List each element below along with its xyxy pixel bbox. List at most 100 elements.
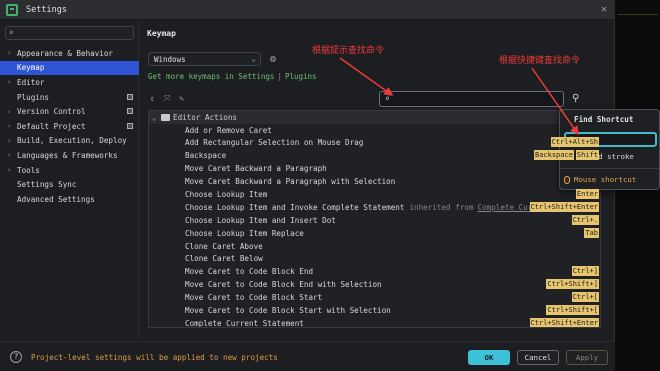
action-row[interactable]: Move Caret Backward a Paragraph: [149, 162, 600, 175]
keymap-dropdown-value: Windows: [154, 54, 186, 64]
sidebar-item[interactable]: › Tools: [0, 163, 139, 178]
action-name: Move Caret Backward a Paragraph with Sel…: [185, 177, 396, 187]
action-row[interactable]: Choose Lookup Item and Invoke Complete S…: [149, 201, 600, 214]
action-row[interactable]: Add Rectangular Selection on Mouse Drag C…: [149, 136, 600, 149]
action-name: Choose Lookup Item and Insert Dot: [185, 215, 336, 225]
action-row[interactable]: Move Caret to Code Block Start Ctrl+[: [149, 291, 600, 304]
sidebar-item[interactable]: Settings Sync: [0, 177, 139, 192]
action-name: Choose Lookup Item Replace: [185, 228, 304, 238]
settings-sidebar: ⌕ › Appearance & Behavior Keymap › Editor Plu…: [0, 20, 139, 340]
sidebar-item[interactable]: › Version Control: [0, 104, 139, 119]
action-row[interactable]: Backspace Backspace Shift: [149, 149, 600, 162]
get-keymaps-link-row: Get more keymaps in Settings | Plugins: [148, 72, 317, 81]
shortcut-key: Ctrl+.: [571, 214, 599, 225]
sidebar-item[interactable]: › Editor: [0, 75, 139, 90]
action-name: Move Caret to Code Block End with Select…: [185, 280, 382, 290]
action-name: Complete Current Statement: [185, 318, 304, 328]
action-row[interactable]: Move Caret to Code Block End Ctrl+]: [149, 265, 600, 278]
project-scope-icon: [127, 93, 133, 100]
sidebar-item[interactable]: › Build, Execution, Deploy: [0, 134, 139, 149]
popup-divider: [560, 168, 659, 169]
shortcut-key: Ctrl+Alt+Sh: [550, 137, 599, 148]
background-divider: [618, 14, 658, 15]
shortcut-keys: Ctrl+[: [571, 292, 599, 303]
project-scope-icon: [127, 108, 133, 115]
action-name: Clone Caret Below: [185, 254, 263, 264]
action-tree[interactable]: ⌄ Editor Actions Add or Remove Caret Add …: [148, 110, 601, 328]
page-title: Keymap: [147, 29, 176, 38]
shortcut-key: Shift: [575, 150, 599, 161]
sidebar-search-input[interactable]: ⌕: [5, 26, 134, 40]
sidebar-item-label: Plugins: [17, 92, 50, 102]
title-bar[interactable]: Settings ✕: [0, 0, 615, 20]
action-row[interactable]: Move Caret to Code Block Start with Sele…: [149, 304, 600, 317]
tree-group-row[interactable]: ⌄ Editor Actions: [149, 111, 600, 124]
gear-icon[interactable]: ⚙: [270, 54, 276, 65]
ok-button[interactable]: OK: [468, 350, 510, 365]
cancel-button[interactable]: Cancel: [517, 350, 559, 365]
action-row[interactable]: Complete Current Statement Ctrl+Shift+Ent…: [149, 317, 600, 328]
action-row[interactable]: Choose Lookup Item Enter: [149, 188, 600, 201]
chevron-right-icon: ›: [7, 166, 12, 175]
action-row[interactable]: Choose Lookup Item and Insert Dot Ctrl+.: [149, 214, 600, 227]
sidebar-item-label: Default Project: [17, 121, 86, 131]
shortcut-keys: Backspace Shift: [533, 150, 599, 161]
chevron-right-icon: ›: [7, 122, 12, 131]
popup-title: Find Shortcut: [574, 115, 634, 124]
sidebar-item[interactable]: › Languages & Frameworks: [0, 148, 139, 163]
sidebar-item[interactable]: Plugins: [0, 90, 139, 105]
expand-all-icon[interactable]: ⇕: [150, 94, 155, 104]
action-row[interactable]: Move Caret to Code Block End with Select…: [149, 278, 600, 291]
shortcut-key: Enter: [575, 189, 599, 200]
action-row[interactable]: Move Caret Backward a Paragraph with Sel…: [149, 175, 600, 188]
sidebar-item[interactable]: Advanced Settings: [0, 192, 139, 207]
folder-icon: [161, 113, 170, 121]
sidebar-item-label: Version Control: [17, 107, 86, 117]
collapse-all-icon[interactable]: ⤧: [164, 94, 170, 104]
action-name: Move Caret Backward a Paragraph: [185, 164, 327, 174]
keymap-dropdown[interactable]: Windows ⌄: [148, 52, 261, 66]
shortcut-keys: Ctrl+Shift+[: [546, 305, 599, 316]
sidebar-nav: › Appearance & Behavior Keymap › Editor Plugi…: [0, 46, 139, 207]
action-row[interactable]: Add or Remove Caret: [149, 124, 600, 137]
sidebar-item-label: Appearance & Behavior: [17, 48, 114, 58]
sidebar-item-label: Tools: [17, 165, 40, 175]
edit-icon[interactable]: ✎: [179, 94, 184, 104]
shortcut-key: Backspace: [533, 150, 574, 161]
shortcut-key: Ctrl+Shift+[: [546, 305, 599, 316]
action-search-input[interactable]: ⌕: [379, 91, 564, 107]
sidebar-item-label: Build, Execution, Deploy: [17, 136, 127, 146]
action-row[interactable]: Clone Caret Above: [149, 240, 600, 253]
action-name: Backspace: [185, 151, 227, 161]
shortcut-keys: Ctrl+]: [571, 266, 599, 277]
sidebar-item-label: Languages & Frameworks: [17, 150, 118, 160]
sidebar-item[interactable]: Keymap: [0, 60, 139, 76]
shortcut-keys: Ctrl+Shift+]: [546, 279, 599, 290]
shortcut-keys: Ctrl+Alt+Sh: [550, 137, 599, 148]
chevron-down-icon[interactable]: ⌄: [152, 113, 161, 122]
chevron-right-icon: ›: [7, 107, 12, 116]
apply-button[interactable]: Apply: [566, 350, 608, 365]
keymap-panel: Keymap Windows ⌄ ⚙ Get more keymaps in S…: [140, 20, 615, 340]
annotation-search-by-name: 根据提示查找命令: [312, 46, 385, 56]
action-row[interactable]: Clone Caret Below: [149, 253, 600, 266]
shortcut-keys: Enter: [575, 189, 599, 200]
get-more-keymaps-link[interactable]: Get more keymaps in Settings: [148, 72, 274, 81]
mouse-shortcut-label: Mouse shortcut: [574, 175, 637, 184]
find-shortcut-icon[interactable]: ⚲: [572, 93, 579, 104]
tree-toolbar: ⇕ ⤧ ✎: [150, 94, 184, 104]
action-row[interactable]: Choose Lookup Item Replace Tab: [149, 227, 600, 240]
chevron-down-icon: ⌄: [251, 54, 256, 63]
inherited-label: inherited from: [409, 202, 474, 212]
sidebar-item[interactable]: › Default Project: [0, 119, 139, 134]
mouse-shortcut-option[interactable]: Mouse shortcut: [564, 175, 636, 184]
chevron-right-icon: ›: [7, 49, 12, 58]
plugins-link[interactable]: Plugins: [285, 72, 317, 81]
sidebar-item[interactable]: › Appearance & Behavior: [0, 46, 139, 61]
tree-rows: Add or Remove Caret Add Rectangular Selec…: [149, 124, 600, 328]
help-icon[interactable]: ?: [10, 351, 22, 363]
chevron-right-icon: ›: [7, 78, 12, 87]
close-icon[interactable]: ✕: [601, 4, 607, 15]
shortcut-key: Ctrl+Shift+]: [546, 279, 599, 290]
shortcut-key: Ctrl+Shift+Enter: [529, 201, 599, 212]
